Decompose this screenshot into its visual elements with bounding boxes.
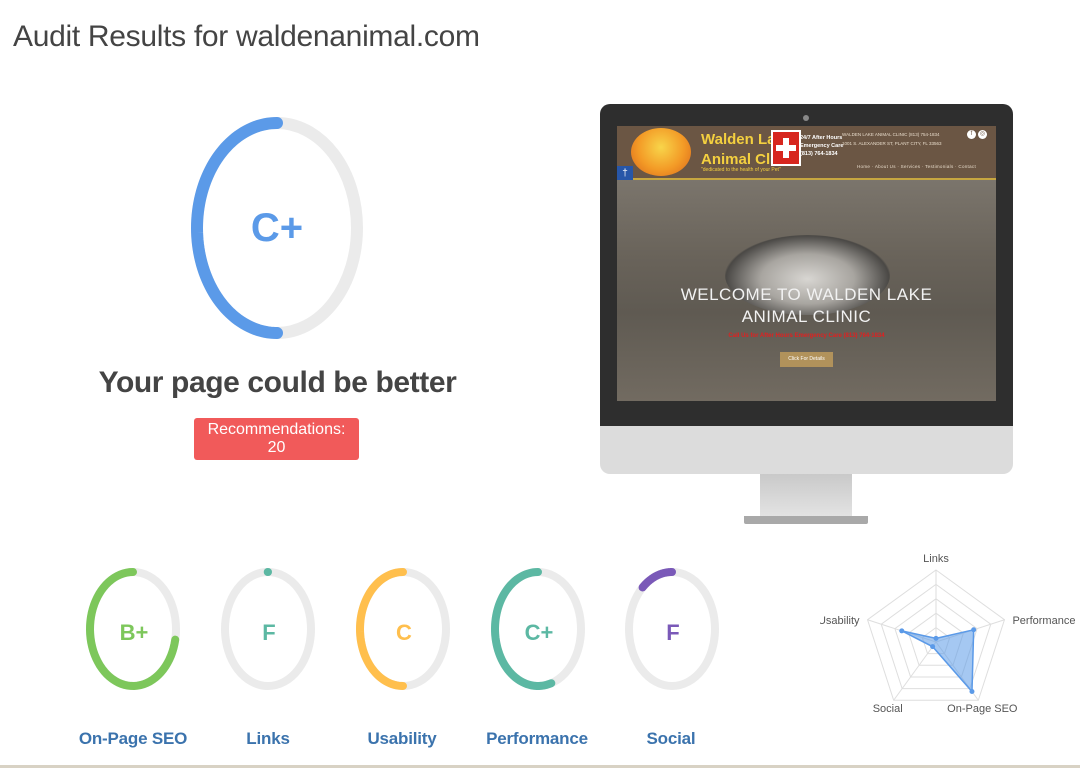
radar-axis-label: Social bbox=[873, 703, 903, 715]
site-preview-monitor: Walden La Animal Cli "dedicated to the h… bbox=[600, 104, 1013, 524]
category-grade-letter: C bbox=[396, 620, 412, 645]
site-hero: WELCOME TO WALDEN LAKE ANIMAL CLINIC Cal… bbox=[617, 180, 996, 401]
social-icon: ◎ bbox=[978, 130, 987, 139]
radar-axis-label: Performance bbox=[1012, 615, 1075, 627]
medical-cross-icon bbox=[771, 130, 801, 166]
overall-grade-gauge: C+ bbox=[186, 112, 368, 344]
radar-point bbox=[933, 635, 939, 641]
overall-grade-letter: C+ bbox=[250, 205, 304, 250]
hero-title-line2: ANIMAL CLINIC bbox=[741, 307, 872, 326]
monitor-chin bbox=[600, 426, 1013, 474]
category-gauge-social[interactable]: F bbox=[623, 568, 723, 700]
hero-details-button: Click For Details bbox=[780, 352, 833, 367]
hero-title: WELCOME TO WALDEN LAKE ANIMAL CLINIC bbox=[617, 284, 996, 328]
category-grade-letter: F bbox=[666, 620, 680, 645]
recommendations-button[interactable]: Recommendations: 20 bbox=[194, 418, 359, 460]
category-label[interactable]: On-Page SEO bbox=[63, 729, 203, 749]
site-social-icons: f ◎ bbox=[967, 130, 987, 139]
facebook-icon: f bbox=[967, 130, 976, 139]
category-gauge-links[interactable]: F bbox=[219, 568, 319, 700]
site-nav: Home · About Us · Services · Testimonial… bbox=[857, 164, 977, 169]
category-label[interactable]: Links bbox=[198, 729, 338, 749]
site-address: WALDEN LAKE ANIMAL CLINIC (813) 754-1834… bbox=[842, 130, 962, 148]
radar-axis-label: On-Page SEO bbox=[947, 703, 1018, 715]
category-label[interactable]: Usability bbox=[332, 729, 472, 749]
category-gauge-performance[interactable]: C+ bbox=[489, 568, 589, 700]
site-name: Walden La Animal Cli bbox=[701, 130, 771, 170]
monitor-camera bbox=[803, 115, 809, 121]
radar-point bbox=[969, 689, 975, 695]
hero-subtitle: Call Us for After Hours Emergency Care (… bbox=[728, 333, 885, 339]
site-logo-icon bbox=[631, 128, 691, 176]
site-name-line1: Walden La bbox=[701, 131, 771, 148]
address-line: WALDEN LAKE ANIMAL CLINIC (813) 754-1834 bbox=[842, 132, 940, 137]
category-gauge-on-page-seo[interactable]: B+ bbox=[84, 568, 184, 700]
category-grade-letter: F bbox=[262, 620, 276, 645]
radar-axis-label: Links bbox=[923, 553, 949, 565]
monitor-stand-neck bbox=[760, 474, 852, 518]
afterhours-line: (813) 764-1834 bbox=[800, 151, 838, 157]
monitor-bezel: Walden La Animal Cli "dedicated to the h… bbox=[600, 104, 1013, 426]
category-label[interactable]: Social bbox=[601, 729, 741, 749]
site-tagline: "dedicated to the health of your Pet" bbox=[701, 167, 781, 173]
radar-point bbox=[930, 644, 936, 650]
monitor-stand-foot bbox=[744, 516, 868, 524]
radar-labels: Links Performance On-Page SEO Social Usabili… bbox=[820, 553, 1075, 715]
radar-grid bbox=[866, 569, 1006, 701]
overall-headline: Your page could be better bbox=[98, 366, 457, 399]
hero-title-line1: WELCOME TO WALDEN LAKE bbox=[680, 285, 933, 304]
category-grade-letter: B+ bbox=[119, 620, 149, 645]
category-label[interactable]: Performance bbox=[467, 729, 607, 749]
category-grade-letter: C+ bbox=[524, 620, 554, 645]
site-screenshot: Walden La Animal Cli "dedicated to the h… bbox=[617, 126, 996, 401]
category-gauge-usability[interactable]: C bbox=[354, 568, 454, 700]
radar-point bbox=[971, 627, 977, 633]
page-title: Audit Results for waldenanimal.com bbox=[13, 20, 480, 53]
radar-point bbox=[899, 628, 905, 634]
radar-chart: Links Performance On-Page SEO Social Usabili… bbox=[820, 553, 1075, 715]
site-header: Walden La Animal Cli "dedicated to the h… bbox=[617, 126, 996, 180]
radar-axis-label: Usability bbox=[820, 615, 860, 627]
address-line: 1001 S. ALEXANDER ST, PLANT CITY, FL 335… bbox=[842, 141, 942, 146]
